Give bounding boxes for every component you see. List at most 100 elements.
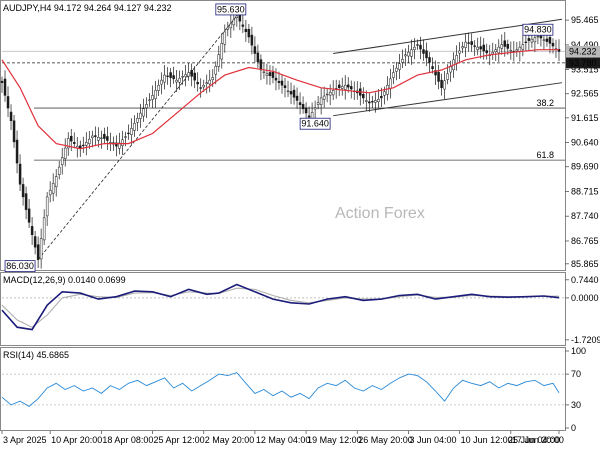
candle-body	[97, 137, 100, 141]
candle-body	[172, 75, 175, 80]
candle-body	[337, 84, 341, 89]
candle-body	[63, 147, 67, 159]
price-tag-label: 93.780	[569, 58, 597, 68]
candle-body	[473, 45, 476, 47]
candle-body	[539, 35, 543, 39]
rsi-axis-tick-label: 0	[571, 423, 576, 433]
candle-body	[377, 98, 380, 102]
candle-body	[274, 77, 278, 81]
candle-body	[346, 84, 350, 88]
price-axis-tick-label: 95.465	[571, 15, 599, 25]
candlestick-chart: AUDJPY,H4 94.172 94.264 94.127 94.232 Ac…	[0, 0, 600, 445]
price-axis-tick-label: 90.640	[571, 138, 599, 148]
candle-body	[139, 112, 142, 119]
candle-body	[42, 217, 46, 241]
axis-labels: 95.46594.49093.51592.56591.61590.64089.6…	[1, 15, 600, 445]
candle-body	[416, 44, 419, 46]
candle-body	[100, 137, 103, 139]
time-axis-tick-label: 25 Apr 12:00	[154, 435, 205, 445]
candle-body	[12, 120, 16, 143]
candle-body	[295, 95, 299, 101]
candle-body	[39, 238, 43, 260]
candle-body	[130, 128, 133, 135]
time-axis-tick-label: 19 May 12:00	[307, 435, 362, 445]
candle-body	[422, 49, 425, 54]
candle-body	[292, 89, 296, 98]
candle-body	[163, 74, 166, 83]
candle-body	[410, 49, 413, 57]
rsi-axis-tick-label: 100	[571, 346, 586, 356]
macd-line	[1, 283, 560, 331]
candle-body	[431, 66, 434, 69]
candle-body	[389, 78, 392, 89]
candle-body	[551, 42, 555, 47]
candle-body	[365, 100, 368, 102]
candle-body	[521, 44, 525, 50]
candle-body	[449, 66, 452, 73]
time-axis-tick-label: 18 Apr 08:00	[102, 435, 153, 445]
candle-body	[220, 43, 224, 60]
candle-body	[199, 87, 202, 89]
price-lines	[0, 7, 565, 269]
rsi-axis-tick-label: 30	[571, 400, 581, 410]
candle-body	[437, 71, 440, 82]
candle-body	[289, 91, 293, 95]
candle-body	[518, 46, 522, 52]
candle-body	[256, 52, 260, 62]
candle-body	[404, 54, 407, 57]
candle-body	[425, 50, 428, 59]
watermark: Action Forex	[335, 205, 425, 222]
price-axis-tick-label: 85.865	[571, 259, 599, 269]
candle-body	[283, 85, 287, 89]
candle-body	[0, 80, 4, 83]
candle-body	[202, 84, 205, 88]
candle-body	[482, 44, 485, 52]
candle-body	[542, 39, 546, 41]
rsi-panel-frame	[0, 347, 566, 431]
candle-body	[124, 136, 127, 138]
price-axis-tick-label: 87.740	[571, 211, 599, 221]
candle-body	[229, 23, 233, 29]
candle-body	[94, 135, 97, 137]
candle-body	[181, 76, 184, 78]
candle-body	[419, 44, 422, 50]
candle-body	[503, 40, 507, 47]
candle-body	[515, 49, 519, 52]
candle-body	[479, 46, 482, 50]
candle-body	[51, 183, 55, 194]
candle-body	[380, 95, 383, 99]
candle-body	[121, 139, 124, 146]
candle-body	[530, 38, 534, 43]
candle-body	[328, 91, 332, 96]
candle-body	[69, 135, 73, 142]
candle-body	[211, 77, 215, 80]
price-tag-label: 94.232	[569, 46, 597, 56]
candle-body	[232, 19, 236, 26]
candle-body	[362, 93, 365, 99]
candle-body	[54, 176, 58, 188]
candle-body	[73, 142, 76, 144]
time-axis-tick-label: 12 May 04:00	[256, 435, 311, 445]
candle-body	[440, 79, 443, 89]
candle-body	[142, 108, 145, 117]
candle-body	[527, 38, 531, 41]
candle-body	[33, 236, 37, 248]
time-axis-tick-label: 10 Jun 12:00	[461, 435, 513, 445]
candle-body	[27, 208, 31, 223]
candle-body	[217, 54, 221, 67]
candle-body	[307, 115, 311, 118]
candle-body	[136, 117, 139, 123]
candle-body	[548, 37, 552, 44]
candle-body	[455, 55, 458, 64]
price-axis-tick-label: 92.565	[571, 89, 599, 99]
candle-body	[491, 51, 495, 55]
candle-body	[524, 41, 528, 43]
price-axis-tick-label: 88.715	[571, 186, 599, 196]
candle-body	[190, 69, 193, 77]
candle-body	[85, 142, 88, 146]
candle-body	[196, 81, 199, 85]
candle-body	[443, 80, 446, 90]
candle-body	[175, 79, 178, 83]
candle-body	[343, 84, 347, 90]
candle-body	[226, 27, 230, 30]
